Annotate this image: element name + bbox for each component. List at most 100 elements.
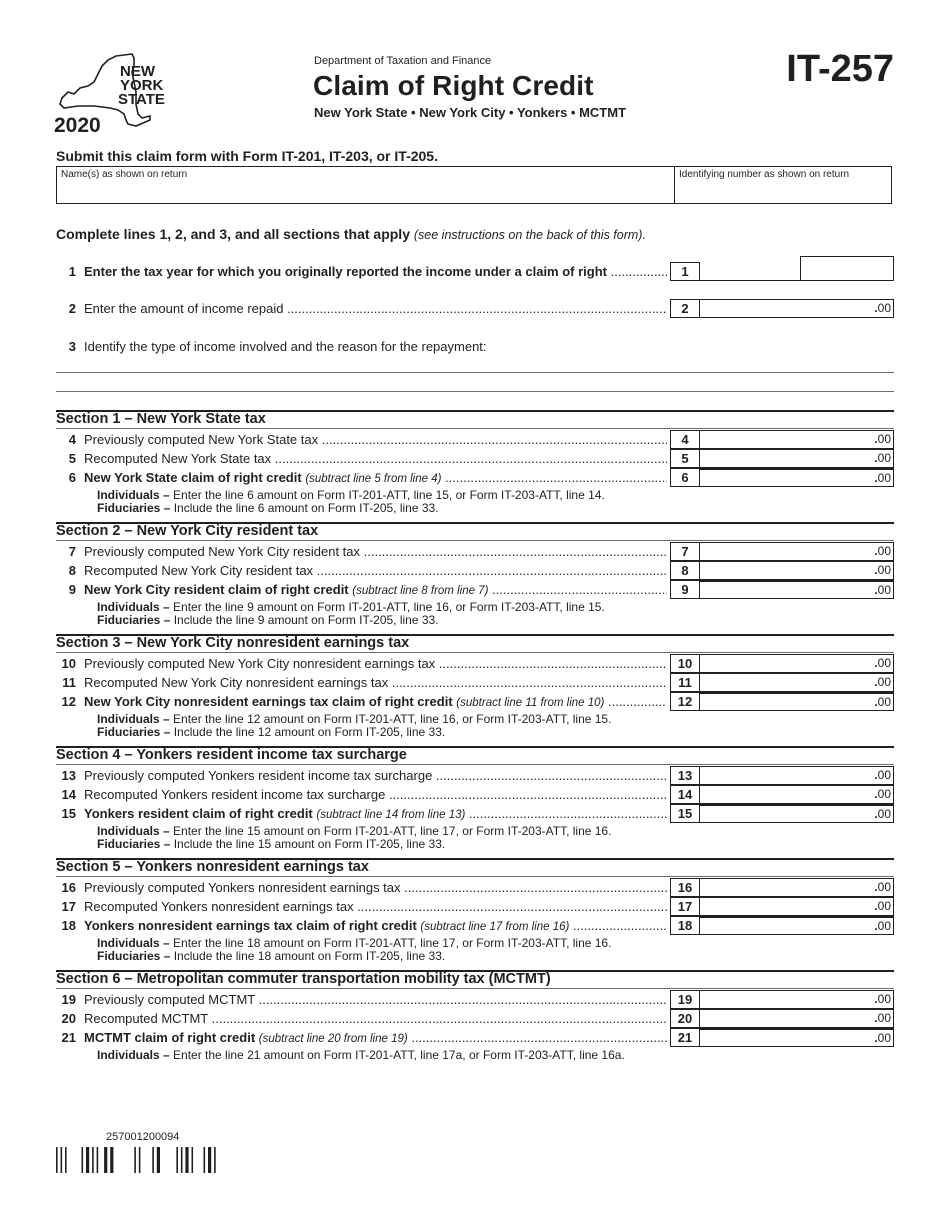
line-5: 5Recomputed New York State tax5.00 bbox=[56, 449, 894, 468]
line-12: 12 New York City nonresident earnings tax… bbox=[56, 692, 894, 711]
line-box-number: 8 bbox=[670, 561, 700, 580]
line-number: 2 bbox=[68, 301, 76, 316]
line-5-amount-input[interactable]: .00 bbox=[699, 449, 894, 468]
barcode-bar bbox=[134, 1147, 136, 1173]
line-box-number: 18 bbox=[670, 916, 700, 935]
line-description: New York City nonresident earnings tax c… bbox=[84, 694, 667, 709]
section-note: Individuals – Enter the line 12 amount o… bbox=[97, 712, 612, 726]
section-note: Fiduciaries – Include the line 15 amount… bbox=[97, 837, 446, 851]
line-number: 11 bbox=[62, 675, 76, 690]
line-19-amount-input[interactable]: .00 bbox=[699, 990, 894, 1009]
line-description: Recomputed New York City nonresident ear… bbox=[84, 675, 667, 690]
line-number: 14 bbox=[61, 787, 76, 802]
line-20: 20Recomputed MCTMT20.00 bbox=[56, 1009, 894, 1028]
section-title-underline bbox=[56, 428, 894, 429]
line-number: 21 bbox=[61, 1030, 76, 1045]
line-3: 3 Identify the type of income involved a… bbox=[56, 337, 894, 356]
section-note: Fiduciaries – Include the line 9 amount … bbox=[97, 613, 439, 627]
line-10-amount-input[interactable]: .00 bbox=[699, 654, 894, 673]
section-note: Fiduciaries – Include the line 12 amount… bbox=[97, 725, 446, 739]
line-number: 20 bbox=[61, 1011, 76, 1026]
line-7-amount-input[interactable]: .00 bbox=[699, 542, 894, 561]
line-description: Recomputed New York City resident tax bbox=[84, 563, 667, 578]
line-box-number: 19 bbox=[670, 990, 700, 1009]
line-9: 9 New York City resident claim of right c… bbox=[56, 580, 894, 599]
line-description: Recomputed New York State tax bbox=[84, 451, 667, 466]
line-description: Enter the tax year for which you origina… bbox=[84, 264, 667, 279]
line-number: 12 bbox=[61, 694, 76, 709]
line-4-amount-input[interactable]: .00 bbox=[699, 430, 894, 449]
barcode-bar bbox=[191, 1147, 194, 1173]
barcode-bar bbox=[185, 1147, 189, 1173]
line-17: 17 Recomputed Yonkers nonresident earning… bbox=[56, 897, 894, 916]
section-6-title: Section 6 – Metropolitan commuter transp… bbox=[56, 971, 551, 987]
line-description: New York City resident claim of right cr… bbox=[84, 582, 667, 597]
identifying-number-field[interactable]: Identifying number as shown on return bbox=[675, 167, 891, 203]
line-17-amount-input[interactable]: .00 bbox=[699, 897, 894, 916]
income-repaid-input[interactable]: .00 bbox=[699, 299, 894, 318]
line-description: Previously computed MCTMT bbox=[84, 992, 667, 1007]
name-field[interactable]: Name(s) as shown on return bbox=[57, 167, 675, 203]
line-6: 6 New York State claim of right credit (s… bbox=[56, 468, 894, 487]
barcode-bar bbox=[81, 1147, 84, 1173]
line-6-amount-input[interactable]: .00 bbox=[699, 468, 894, 487]
line-12-amount-input[interactable]: .00 bbox=[699, 692, 894, 711]
line-8: 8Recomputed New York City resident tax8.… bbox=[56, 561, 894, 580]
line-description: Previously computed Yonkers resident inc… bbox=[84, 768, 667, 783]
line-description: Yonkers resident claim of right credit (… bbox=[84, 806, 667, 821]
barcode-bar bbox=[156, 1147, 160, 1173]
line-4: 4Previously computed New York State tax4… bbox=[56, 430, 894, 449]
reason-input-line-2[interactable] bbox=[56, 391, 894, 392]
identity-box: Name(s) as shown on return Identifying n… bbox=[56, 166, 892, 204]
line-description: Previously computed Yonkers nonresident … bbox=[84, 880, 667, 895]
section-title-underline bbox=[56, 876, 894, 877]
line-number: 5 bbox=[68, 451, 76, 466]
tax-year-input[interactable] bbox=[800, 256, 894, 281]
line-box-number: 16 bbox=[670, 878, 700, 897]
line-number: 10 bbox=[61, 656, 76, 671]
line-number: 19 bbox=[61, 992, 76, 1007]
section-note: Individuals – Enter the line 6 amount on… bbox=[97, 488, 605, 502]
line-18: 18 Yonkers nonresident earnings tax claim… bbox=[56, 916, 894, 935]
line-box-number: 12 bbox=[670, 692, 700, 711]
line-description: Yonkers nonresident earnings tax claim o… bbox=[84, 918, 667, 933]
line-14-amount-input[interactable]: .00 bbox=[699, 785, 894, 804]
line-21-amount-input[interactable]: .00 bbox=[699, 1028, 894, 1047]
section-note: Individuals – Enter the line 21 amount o… bbox=[97, 1048, 625, 1062]
line-9-amount-input[interactable]: .00 bbox=[699, 580, 894, 599]
barcode-bar bbox=[110, 1147, 114, 1173]
line-number: 4 bbox=[68, 432, 76, 447]
line-box-number: 5 bbox=[670, 449, 700, 468]
line-box-number: 4 bbox=[670, 430, 700, 449]
barcode-bar bbox=[203, 1147, 206, 1173]
submit-note: Submit this claim form with Form IT-201,… bbox=[56, 148, 438, 164]
line-number: 8 bbox=[68, 563, 76, 578]
line-number: 18 bbox=[61, 918, 76, 933]
line-13-amount-input[interactable]: .00 bbox=[699, 766, 894, 785]
instructions-bold: Complete lines 1, 2, and 3, and all sect… bbox=[56, 226, 410, 242]
line-20-amount-input[interactable]: .00 bbox=[699, 1009, 894, 1028]
line-number: 16 bbox=[61, 880, 76, 895]
line-number: 9 bbox=[68, 582, 76, 597]
section-title-underline bbox=[56, 764, 894, 765]
line-1: 1 Enter the tax year for which you origi… bbox=[56, 262, 894, 281]
reason-input-line-1[interactable] bbox=[56, 372, 894, 373]
line-number: 17 bbox=[61, 899, 76, 914]
line-description: Identify the type of income involved and… bbox=[84, 339, 487, 354]
line-box-number: 2 bbox=[670, 299, 700, 318]
form-number: IT-257 bbox=[786, 48, 894, 90]
section-note: Individuals – Enter the line 9 amount on… bbox=[97, 600, 605, 614]
line-box-number: 10 bbox=[670, 654, 700, 673]
line-8-amount-input[interactable]: .00 bbox=[699, 561, 894, 580]
barcode-bar bbox=[180, 1147, 183, 1173]
line-14: 14 Recomputed Yonkers resident income tax… bbox=[56, 785, 894, 804]
line-16-amount-input[interactable]: .00 bbox=[699, 878, 894, 897]
line-11-amount-input[interactable]: .00 bbox=[699, 673, 894, 692]
line-15-amount-input[interactable]: .00 bbox=[699, 804, 894, 823]
line-box-number: 13 bbox=[670, 766, 700, 785]
section-note: Fiduciaries – Include the line 18 amount… bbox=[97, 949, 446, 963]
section-title-underline bbox=[56, 988, 894, 989]
line-description: Recomputed MCTMT bbox=[84, 1011, 667, 1026]
line-18-amount-input[interactable]: .00 bbox=[699, 916, 894, 935]
section-5-title: Section 5 – Yonkers nonresident earnings… bbox=[56, 859, 369, 875]
